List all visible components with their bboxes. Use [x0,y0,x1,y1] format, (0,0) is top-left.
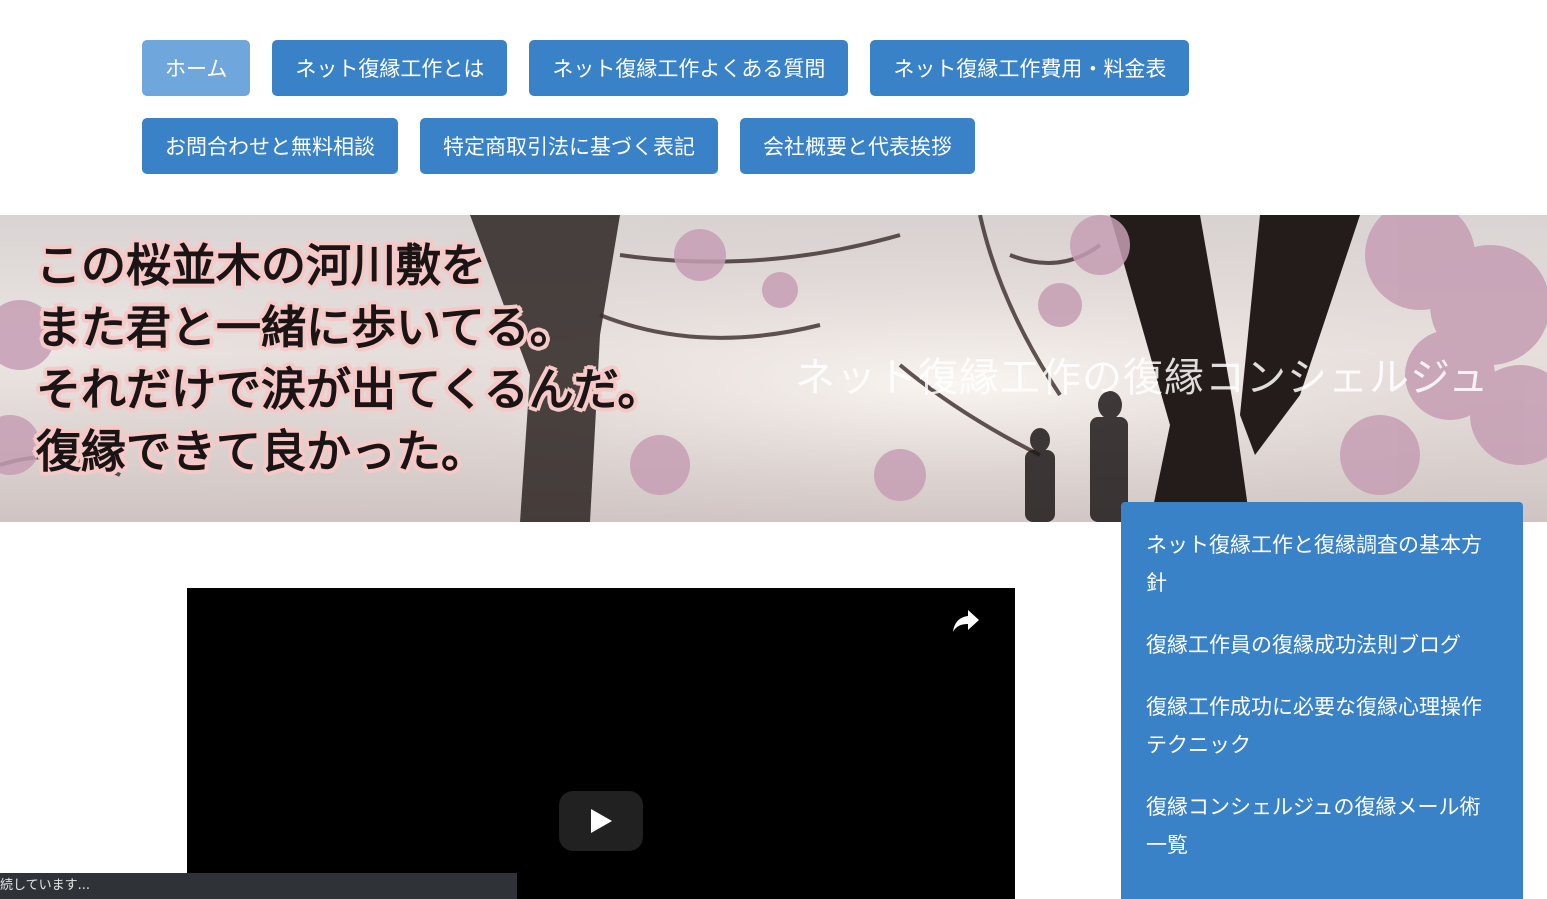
nav-home-button[interactable]: ホーム [142,40,251,96]
hero-line-3: それだけで涙が出てくるんだ。 [36,363,663,416]
side-menu-item-blog[interactable]: 復縁工作員の復縁成功法則ブログ [1146,626,1499,664]
embedded-video-player[interactable] [187,588,1015,899]
nav-contact-button[interactable]: お問合わせと無料相談 [142,118,398,174]
side-menu-item-mail[interactable]: 復縁コンシェルジュの復縁メール術一覧 [1146,788,1499,864]
side-menu-item-techniques[interactable]: 復縁工作成功に必要な復縁心理操作テクニック [1146,688,1499,764]
browser-status-bar: 続しています... [0,873,517,899]
nav-about-button[interactable]: ネット復縁工作とは [272,40,508,96]
play-button[interactable] [559,791,643,851]
side-menu: ネット復縁工作と復縁調査の基本方針 復縁工作員の復縁成功法則ブログ 復縁工作成功… [1121,502,1523,899]
hero-line-4: 復縁できて良かった。 [36,425,487,478]
site-title[interactable]: ネット復縁工作の復縁コンシェルジュ [795,345,1489,403]
nav-faq-button[interactable]: ネット復縁工作よくある質問 [529,40,849,96]
nav-pricing-button[interactable]: ネット復縁工作費用・料金表 [870,40,1190,96]
nav-company-button[interactable]: 会社概要と代表挨拶 [740,118,975,174]
hero-banner: この桜並木の河川敷を また君と一緒に歩いてる。 それだけで涙が出てくるんだ。 復… [0,215,1547,522]
hero-line-2: また君と一緒に歩いてる。 [36,301,575,354]
share-arrow-icon[interactable] [951,606,981,634]
hero-catchcopy: この桜並木の河川敷を また君と一緒に歩いてる。 それだけで涙が出てくるんだ。 復… [36,235,662,483]
play-icon [591,809,612,833]
page: ホーム ネット復縁工作とは ネット復縁工作よくある質問 ネット復縁工作費用・料金… [0,0,1547,899]
nav-row-2: お問合わせと無料相談 特定商取引法に基づく表記 会社概要と代表挨拶 [142,118,1342,174]
main-navigation: ホーム ネット復縁工作とは ネット復縁工作よくある質問 ネット復縁工作費用・料金… [142,40,1342,196]
hero-line-1: この桜並木の河川敷を [36,239,487,292]
nav-legal-button[interactable]: 特定商取引法に基づく表記 [420,118,718,174]
side-menu-item-policy[interactable]: ネット復縁工作と復縁調査の基本方針 [1146,526,1499,602]
nav-row-1: ホーム ネット復縁工作とは ネット復縁工作よくある質問 ネット復縁工作費用・料金… [142,40,1342,96]
